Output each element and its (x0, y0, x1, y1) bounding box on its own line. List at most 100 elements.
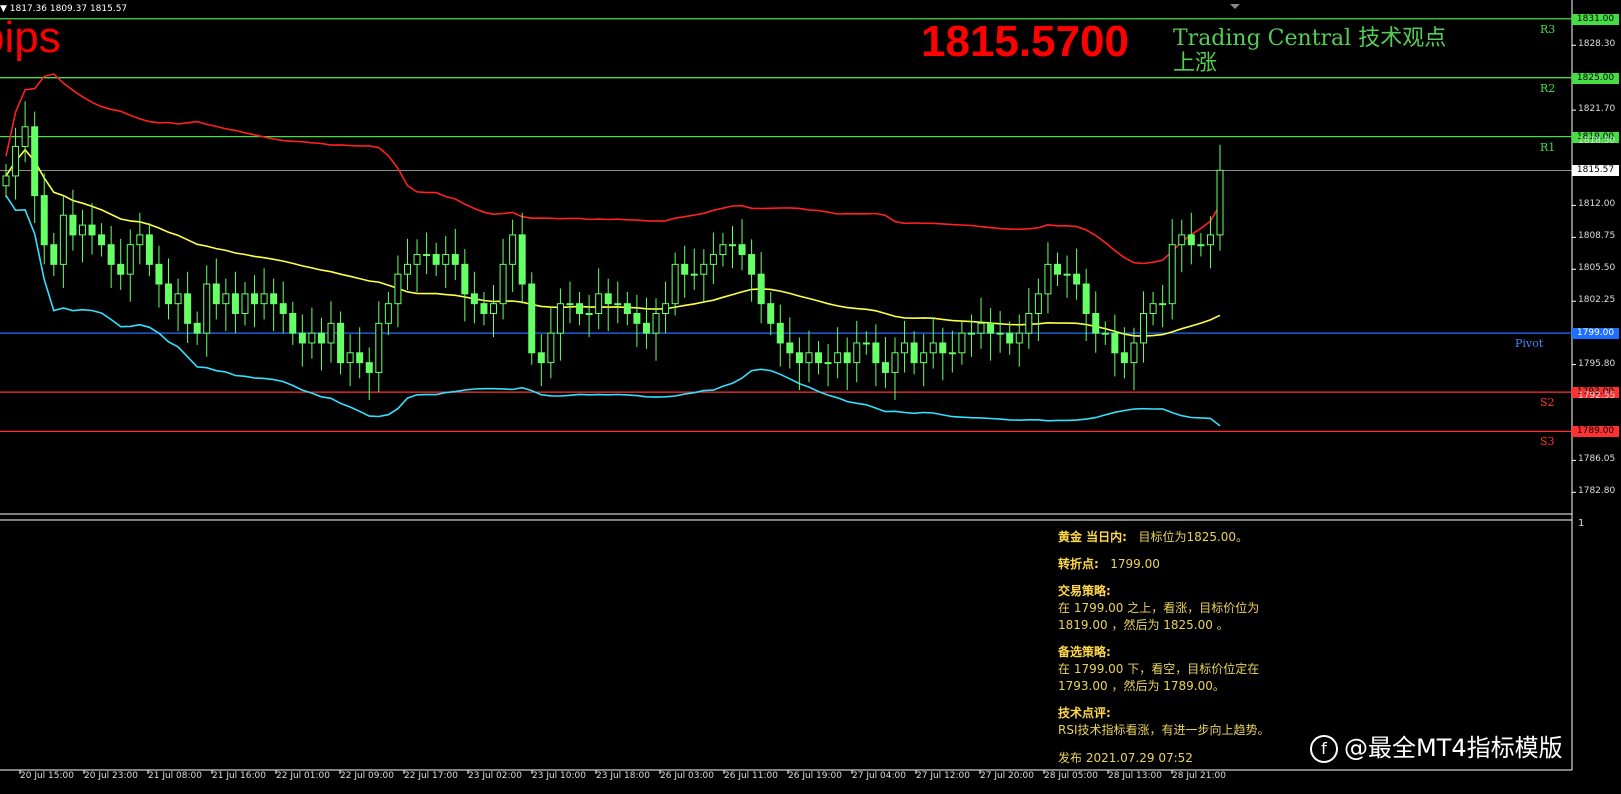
candle-body[interactable] (795, 352, 803, 364)
candle-body[interactable] (891, 352, 899, 373)
candle-body[interactable] (939, 342, 947, 354)
candle-body[interactable] (671, 263, 679, 305)
candle-body[interactable] (1044, 263, 1052, 295)
candle-body[interactable] (50, 244, 58, 265)
candle-body[interactable] (987, 322, 995, 334)
candle-body[interactable] (356, 352, 364, 364)
candle-body[interactable] (929, 342, 937, 354)
candle-body[interactable] (490, 303, 498, 314)
candle-body[interactable] (1034, 293, 1042, 314)
candle-body[interactable] (1063, 273, 1071, 276)
candle-body[interactable] (375, 322, 383, 373)
candle-body[interactable] (862, 342, 870, 345)
price-chart[interactable] (0, 0, 1621, 794)
candle-body[interactable] (920, 352, 928, 364)
candle-body[interactable] (872, 342, 880, 364)
candle-body[interactable] (1053, 263, 1061, 275)
candle-body[interactable] (394, 273, 402, 305)
candle-body[interactable] (1197, 244, 1205, 247)
candle-body[interactable] (1082, 283, 1090, 314)
candle-body[interactable] (509, 234, 517, 265)
candle-body[interactable] (738, 244, 746, 256)
candle-body[interactable] (59, 214, 67, 265)
candle-body[interactable] (719, 244, 727, 256)
candle-body[interactable] (805, 352, 813, 364)
candle-body[interactable] (88, 224, 96, 236)
candle-body[interactable] (566, 303, 574, 306)
candle-body[interactable] (948, 352, 956, 355)
candle-body[interactable] (413, 254, 421, 265)
candle-body[interactable] (576, 303, 584, 314)
candle-body[interactable] (69, 214, 77, 236)
candle-body[interactable] (1006, 332, 1014, 344)
candle-body[interactable] (270, 293, 278, 305)
candle-body[interactable] (365, 362, 373, 373)
candle-body[interactable] (1101, 332, 1109, 335)
candle-body[interactable] (203, 283, 211, 334)
candle-body[interactable] (231, 293, 239, 314)
candle-body[interactable] (767, 303, 775, 324)
candle-body[interactable] (461, 263, 469, 295)
candle-body[interactable] (1187, 234, 1195, 246)
candle-body[interactable] (528, 283, 536, 354)
candle-body[interactable] (843, 352, 851, 364)
candle-body[interactable] (98, 234, 106, 246)
candle-body[interactable] (212, 283, 220, 305)
candle-body[interactable] (967, 332, 975, 335)
candle-body[interactable] (298, 332, 306, 344)
candle-body[interactable] (642, 322, 650, 334)
candle-body[interactable] (547, 332, 555, 364)
candle-body[interactable] (776, 322, 784, 344)
candle-body[interactable] (786, 342, 794, 354)
candle-body[interactable] (451, 254, 459, 265)
candle-body[interactable] (251, 293, 259, 305)
candle-body[interactable] (757, 273, 765, 305)
candle-body[interactable] (709, 254, 717, 265)
candle-body[interactable] (222, 293, 230, 305)
candle-body[interactable] (585, 312, 593, 315)
candle-body[interactable] (614, 303, 622, 306)
candle-body[interactable] (1073, 273, 1081, 285)
candle-body[interactable] (1140, 312, 1148, 344)
candle-body[interactable] (1168, 244, 1176, 305)
candle-body[interactable] (681, 263, 689, 275)
candle-body[interactable] (117, 263, 125, 275)
candle-body[interactable] (853, 342, 861, 364)
candle-body[interactable] (815, 352, 823, 364)
candle-body[interactable] (78, 224, 86, 236)
candle-body[interactable] (1120, 352, 1128, 364)
candle-body[interactable] (1111, 332, 1119, 354)
candle-body[interactable] (126, 244, 134, 275)
candle-body[interactable] (470, 293, 478, 305)
candle-body[interactable] (289, 312, 297, 334)
candle-body[interactable] (40, 195, 48, 246)
candle-body[interactable] (107, 244, 115, 265)
candle-body[interactable] (480, 303, 488, 314)
candle-body[interactable] (308, 332, 316, 344)
candle-body[interactable] (136, 234, 144, 246)
candle-body[interactable] (556, 303, 564, 334)
candle-body[interactable] (346, 352, 354, 364)
candle-body[interactable] (1015, 332, 1023, 344)
candle-body[interactable] (910, 342, 918, 364)
candle-body[interactable] (1206, 234, 1214, 246)
candle-body[interactable] (1216, 169, 1224, 236)
candle-body[interactable] (165, 283, 173, 305)
candle-body[interactable] (499, 263, 507, 305)
candle-body[interactable] (1159, 303, 1167, 306)
candle-body[interactable] (174, 293, 182, 305)
candle-body[interactable] (337, 322, 345, 364)
candle-body[interactable] (881, 362, 889, 373)
candle-body[interactable] (728, 244, 736, 247)
candle-body[interactable] (537, 352, 545, 364)
candle-body[interactable] (901, 342, 909, 354)
candle-body[interactable] (604, 293, 612, 305)
candle-body[interactable] (12, 145, 20, 177)
candle-body[interactable] (384, 303, 392, 324)
candle-body[interactable] (260, 293, 268, 305)
candle-body[interactable] (518, 234, 526, 285)
candle-body[interactable] (834, 352, 842, 364)
candle-body[interactable] (824, 362, 832, 365)
candle-body[interactable] (327, 322, 335, 344)
candle-body[interactable] (748, 254, 756, 275)
